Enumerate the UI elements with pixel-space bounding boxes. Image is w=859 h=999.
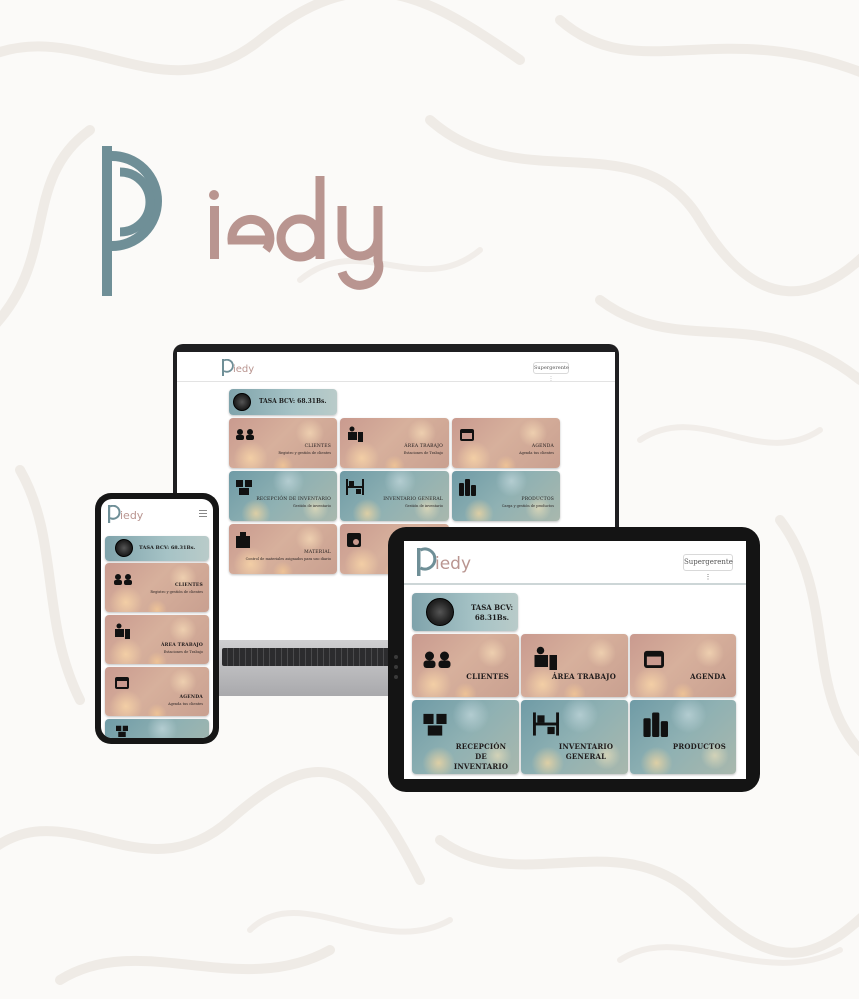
tile-subtitle: Control de materiales asignados para uso… bbox=[245, 557, 331, 561]
boxes-icon bbox=[423, 713, 447, 736]
bcv-seal-icon bbox=[233, 393, 251, 411]
workstation-icon bbox=[115, 623, 130, 639]
exchange-rate-card: TASA BCV: 68.31Bs. bbox=[229, 389, 337, 415]
app-header: iedy Supergerente ⋮ bbox=[177, 352, 615, 382]
brand-logo bbox=[102, 146, 384, 296]
boxes-icon bbox=[116, 725, 128, 737]
tile-title: MATERIAL bbox=[304, 550, 331, 555]
app-logo: iedy bbox=[222, 359, 254, 376]
tile-title: CLIENTES bbox=[466, 672, 509, 681]
tile-inventario-general[interactable]: INVENTARIO GENERAL bbox=[521, 700, 628, 774]
tile-recepcion-inventario[interactable]: RECEPCIÓN DE INVENTARIO Gestión de inven… bbox=[229, 471, 337, 521]
bcv-seal-icon bbox=[426, 598, 454, 626]
tile-productos[interactable]: PRODUCTOS Carga y gestión de productos bbox=[452, 471, 560, 521]
svg-text:iedy: iedy bbox=[233, 364, 254, 375]
calendar-icon bbox=[460, 429, 474, 441]
tile-title: ÁREA TRABAJO bbox=[160, 643, 203, 648]
clients-icon bbox=[114, 574, 132, 585]
clients-icon bbox=[236, 429, 254, 440]
tile-title: RECEPCIÓN DE INVENTARIO bbox=[256, 497, 331, 502]
clients-icon bbox=[423, 651, 451, 668]
exchange-rate-label: TASA BCV: 68.31Bs. bbox=[139, 545, 196, 551]
svg-text:iedy: iedy bbox=[120, 509, 143, 522]
exchange-rate-label: TASA BCV: 68.31Bs. bbox=[470, 603, 514, 622]
tile-clientes[interactable]: CLIENTES bbox=[412, 634, 519, 697]
workstation-icon bbox=[348, 426, 363, 442]
calendar-icon bbox=[115, 677, 129, 689]
tile-area-trabajo[interactable]: ÁREA TRABAJO Estaciones de Trabajo bbox=[340, 418, 449, 468]
tablet-display: iedy Supergerente ⋮ TASA BCV: 68.31Bs. C… bbox=[404, 541, 746, 779]
laptop-keyboard bbox=[222, 648, 406, 666]
user-menu-button[interactable]: Supergerente ⋮ bbox=[683, 554, 733, 581]
tile-title: RECEPCIÓN DE INVENTARIO bbox=[453, 742, 509, 771]
svg-text:iedy: iedy bbox=[435, 554, 471, 574]
bcv-seal-icon bbox=[115, 539, 133, 557]
tile-subtitle: Estaciones de Trabajo bbox=[403, 451, 443, 455]
document-icon bbox=[347, 533, 361, 547]
tile-clientes[interactable]: CLIENTES Registro y gestión de clientes bbox=[229, 418, 337, 468]
tile-title: PRODUCTOS bbox=[521, 497, 554, 502]
tile-title: PRODUCTOS bbox=[672, 742, 726, 751]
tile-agenda[interactable]: AGENDA bbox=[630, 634, 736, 697]
tile-title: AGENDA bbox=[179, 695, 203, 700]
tile-subtitle: Registro y gestión de clientes bbox=[150, 590, 203, 594]
hamburger-menu-icon[interactable] bbox=[199, 510, 207, 517]
tile-title: AGENDA bbox=[690, 672, 726, 681]
boxes-icon bbox=[236, 480, 252, 495]
tile-productos[interactable]: PRODUCTOS bbox=[630, 700, 736, 774]
workstation-icon bbox=[534, 646, 557, 670]
tile-title: CLIENTES bbox=[174, 583, 203, 588]
tile-clientes[interactable]: CLIENTES Registro y gestión de clientes bbox=[105, 563, 209, 612]
phone-display: iedy TASA BCV: 68.31Bs. CLIENTES Registr… bbox=[101, 499, 213, 738]
tile-subtitle: Registro y gestión de clientes bbox=[278, 451, 331, 455]
tablet-camera-dots bbox=[394, 655, 398, 685]
shelves-icon bbox=[533, 712, 559, 736]
tile-title: INVENTARIO GENERAL bbox=[383, 497, 443, 502]
materials-icon bbox=[236, 532, 250, 548]
tile-title: ÁREA TRABAJO bbox=[404, 444, 443, 449]
exchange-rate-label: TASA BCV: 68.31Bs. bbox=[259, 398, 327, 405]
tile-subtitle: Estaciones de Trabajo bbox=[163, 650, 203, 654]
tile-title: ÁREA TRABAJO bbox=[551, 672, 616, 681]
exchange-rate-card: TASA BCV: 68.31Bs. bbox=[105, 536, 209, 561]
bottles-icon bbox=[459, 479, 476, 496]
shelves-icon bbox=[346, 479, 364, 495]
app-header: iedy Supergerente ⋮ bbox=[404, 541, 746, 585]
tile-subtitle: Agenda tus clientes bbox=[168, 702, 203, 706]
tile-subtitle: Agenda tus clientes bbox=[519, 451, 554, 455]
tile-material[interactable]: MATERIAL Control de materiales asignados… bbox=[229, 524, 337, 574]
tile-recepcion-inventario[interactable]: RECEPCIÓN DE INVENTARIO bbox=[412, 700, 519, 774]
tile-inventario-general[interactable]: INVENTARIO GENERAL Gestión de inventario bbox=[340, 471, 449, 521]
tile-agenda[interactable]: AGENDA Agenda tus clientes bbox=[452, 418, 560, 468]
tile-recepcion-inventario[interactable] bbox=[105, 719, 209, 738]
tile-subtitle: Gestión de inventario bbox=[292, 504, 331, 508]
bottles-icon bbox=[643, 712, 668, 737]
tile-title: AGENDA bbox=[531, 444, 554, 449]
tile-subtitle: Gestión de inventario bbox=[404, 504, 443, 508]
tile-area-trabajo[interactable]: ÁREA TRABAJO bbox=[521, 634, 628, 697]
tile-area-trabajo[interactable]: ÁREA TRABAJO Estaciones de Trabajo bbox=[105, 615, 209, 664]
exchange-rate-card: TASA BCV: 68.31Bs. bbox=[412, 593, 518, 631]
calendar-icon bbox=[644, 650, 664, 668]
tile-subtitle: Carga y gestión de productos bbox=[501, 504, 554, 508]
tile-agenda[interactable]: AGENDA Agenda tus clientes bbox=[105, 667, 209, 716]
tile-title: INVENTARIO GENERAL bbox=[558, 742, 614, 761]
app-logo: iedy bbox=[108, 505, 143, 523]
user-menu-button[interactable]: Supergerente ⋮ bbox=[533, 362, 569, 382]
app-logo: iedy bbox=[417, 547, 471, 576]
tile-title: CLIENTES bbox=[304, 444, 331, 449]
